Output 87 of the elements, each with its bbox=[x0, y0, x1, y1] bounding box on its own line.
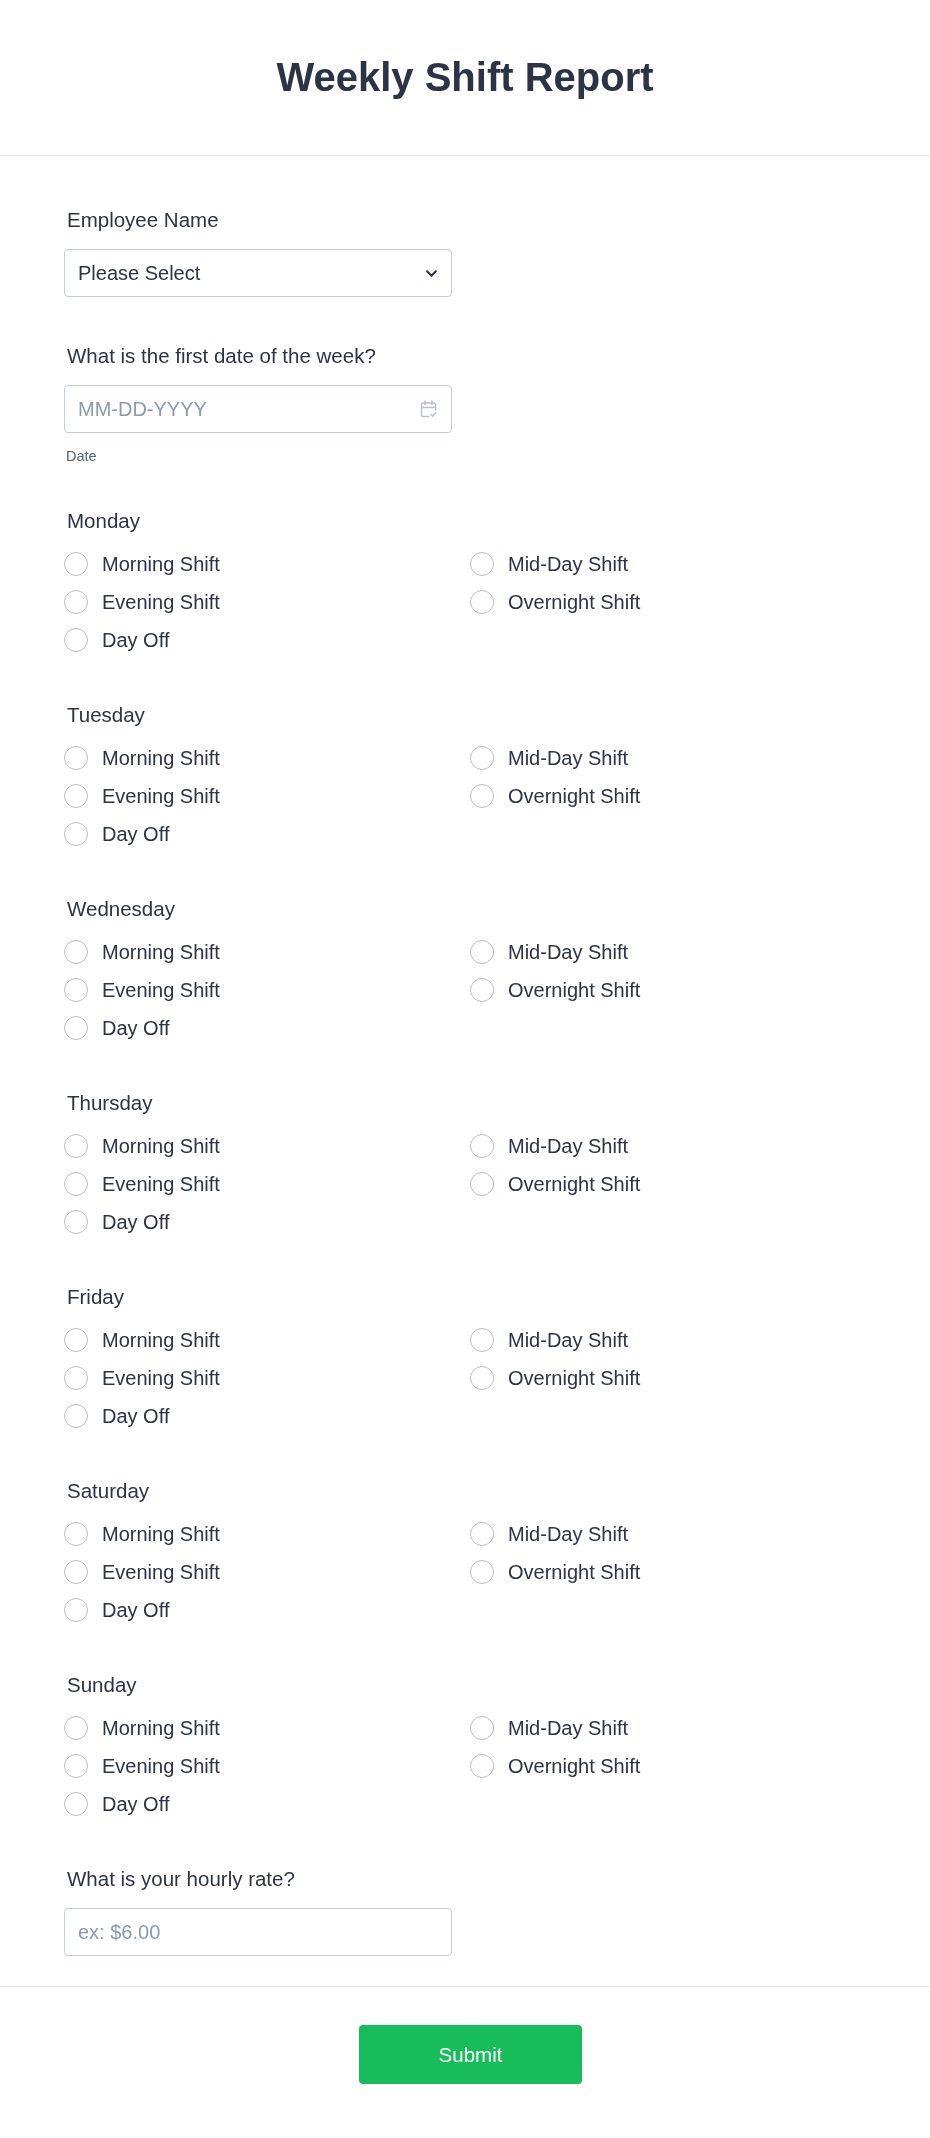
shift-option-label[interactable]: Day Off bbox=[102, 1404, 170, 1428]
shift-option-label[interactable]: Evening Shift bbox=[102, 784, 220, 808]
shift-option-label[interactable]: Overnight Shift bbox=[508, 590, 641, 614]
radio-button[interactable] bbox=[470, 1366, 494, 1390]
shift-option-label[interactable]: Overnight Shift bbox=[508, 1560, 641, 1584]
radio-button[interactable] bbox=[64, 1366, 88, 1390]
shift-option-label[interactable]: Day Off bbox=[102, 1598, 170, 1622]
radio-button[interactable] bbox=[470, 1172, 494, 1196]
shift-option-label[interactable]: Overnight Shift bbox=[508, 978, 641, 1002]
shift-option-label[interactable]: Morning Shift bbox=[102, 1716, 220, 1740]
day-label: Sunday bbox=[66, 1673, 137, 1697]
shift-option-label[interactable]: Morning Shift bbox=[102, 1134, 220, 1158]
shift-option-label[interactable]: Morning Shift bbox=[102, 940, 220, 964]
day-label: Saturday bbox=[66, 1479, 150, 1503]
radio-button[interactable] bbox=[470, 978, 494, 1002]
day-label: Thursday bbox=[66, 1091, 153, 1115]
shift-option-label[interactable]: Evening Shift bbox=[102, 1172, 220, 1196]
shift-option-label[interactable]: Evening Shift bbox=[102, 1366, 220, 1390]
question-label: What is your hourly rate? bbox=[66, 1867, 295, 1891]
radio-button[interactable] bbox=[64, 590, 88, 614]
radio-button[interactable] bbox=[470, 1134, 494, 1158]
shift-option-label[interactable]: Mid-Day Shift bbox=[508, 1134, 629, 1158]
shift-option-label[interactable]: Morning Shift bbox=[102, 1328, 220, 1352]
shift-option-label[interactable]: Overnight Shift bbox=[508, 1754, 641, 1778]
date-input-field[interactable]: MM-DD-YYYY bbox=[64, 385, 452, 433]
radio-button[interactable] bbox=[470, 1560, 494, 1584]
shift-option-label[interactable]: Mid-Day Shift bbox=[508, 746, 629, 770]
shift-option-label[interactable]: Evening Shift bbox=[102, 978, 220, 1002]
radio-button[interactable] bbox=[64, 552, 88, 576]
day-label: Tuesday bbox=[66, 703, 145, 727]
day-label: Friday bbox=[66, 1285, 124, 1309]
date-sublabel: Date bbox=[65, 447, 97, 465]
radio-button[interactable] bbox=[470, 1754, 494, 1778]
day-label: Monday bbox=[66, 509, 140, 533]
shift-option-label[interactable]: Overnight Shift bbox=[508, 1172, 641, 1196]
shift-option-label[interactable]: Mid-Day Shift bbox=[508, 1522, 629, 1546]
shift-option-label[interactable]: Evening Shift bbox=[102, 1754, 220, 1778]
day-label: Wednesday bbox=[66, 897, 175, 921]
shift-option-label[interactable]: Mid-Day Shift bbox=[508, 552, 629, 576]
radio-button[interactable] bbox=[64, 978, 88, 1002]
employee-name-dropdown[interactable]: Please Select bbox=[64, 249, 452, 297]
shift-option-label[interactable]: Day Off bbox=[102, 822, 170, 846]
radio-button[interactable] bbox=[470, 746, 494, 770]
radio-button[interactable] bbox=[64, 628, 88, 652]
radio-button[interactable] bbox=[64, 1716, 88, 1740]
hourly-rate-field[interactable]: ex: $6.00 bbox=[64, 1908, 452, 1956]
shift-option-label[interactable]: Day Off bbox=[102, 1210, 170, 1234]
shift-option-label[interactable]: Morning Shift bbox=[102, 552, 220, 576]
form-title: Weekly Shift Report bbox=[276, 53, 654, 101]
shift-option-label[interactable]: Overnight Shift bbox=[508, 784, 641, 808]
radio-button[interactable] bbox=[64, 1792, 88, 1816]
shift-option-label[interactable]: Mid-Day Shift bbox=[508, 1328, 629, 1352]
shift-option-label[interactable]: Day Off bbox=[102, 1792, 170, 1816]
radio-button[interactable] bbox=[470, 784, 494, 808]
radio-button[interactable] bbox=[64, 1404, 88, 1428]
shift-option-label[interactable]: Day Off bbox=[102, 628, 170, 652]
radio-button[interactable] bbox=[64, 940, 88, 964]
shift-option-label[interactable]: Overnight Shift bbox=[508, 1366, 641, 1390]
radio-button[interactable] bbox=[64, 1560, 88, 1584]
radio-button[interactable] bbox=[64, 822, 88, 846]
shift-option-label[interactable]: Morning Shift bbox=[102, 746, 220, 770]
shift-option-label[interactable]: Morning Shift bbox=[102, 1522, 220, 1546]
radio-button[interactable] bbox=[64, 1598, 88, 1622]
radio-button[interactable] bbox=[64, 1134, 88, 1158]
radio-button[interactable] bbox=[64, 1210, 88, 1234]
radio-button[interactable] bbox=[64, 1754, 88, 1778]
radio-button[interactable] bbox=[470, 1328, 494, 1352]
radio-button[interactable] bbox=[470, 590, 494, 614]
shift-option-label[interactable]: Day Off bbox=[102, 1016, 170, 1040]
shift-option-label[interactable]: Evening Shift bbox=[102, 1560, 220, 1584]
shift-option-label[interactable]: Evening Shift bbox=[102, 590, 220, 614]
radio-button[interactable] bbox=[64, 1522, 88, 1546]
radio-button[interactable] bbox=[470, 1716, 494, 1740]
radio-button[interactable] bbox=[64, 1016, 88, 1040]
radio-button[interactable] bbox=[64, 1328, 88, 1352]
radio-button[interactable] bbox=[470, 940, 494, 964]
radio-button[interactable] bbox=[64, 746, 88, 770]
radio-button[interactable] bbox=[470, 1522, 494, 1546]
shift-option-label[interactable]: Mid-Day Shift bbox=[508, 1716, 629, 1740]
calendar-icon bbox=[420, 400, 437, 418]
question-label: What is the first date of the week? bbox=[66, 344, 376, 368]
radio-button[interactable] bbox=[64, 1172, 88, 1196]
chevron-down-icon bbox=[426, 269, 437, 277]
shift-option-label[interactable]: Mid-Day Shift bbox=[508, 940, 629, 964]
radio-button[interactable] bbox=[64, 784, 88, 808]
question-label: Employee Name bbox=[66, 208, 219, 232]
radio-button[interactable] bbox=[470, 552, 494, 576]
